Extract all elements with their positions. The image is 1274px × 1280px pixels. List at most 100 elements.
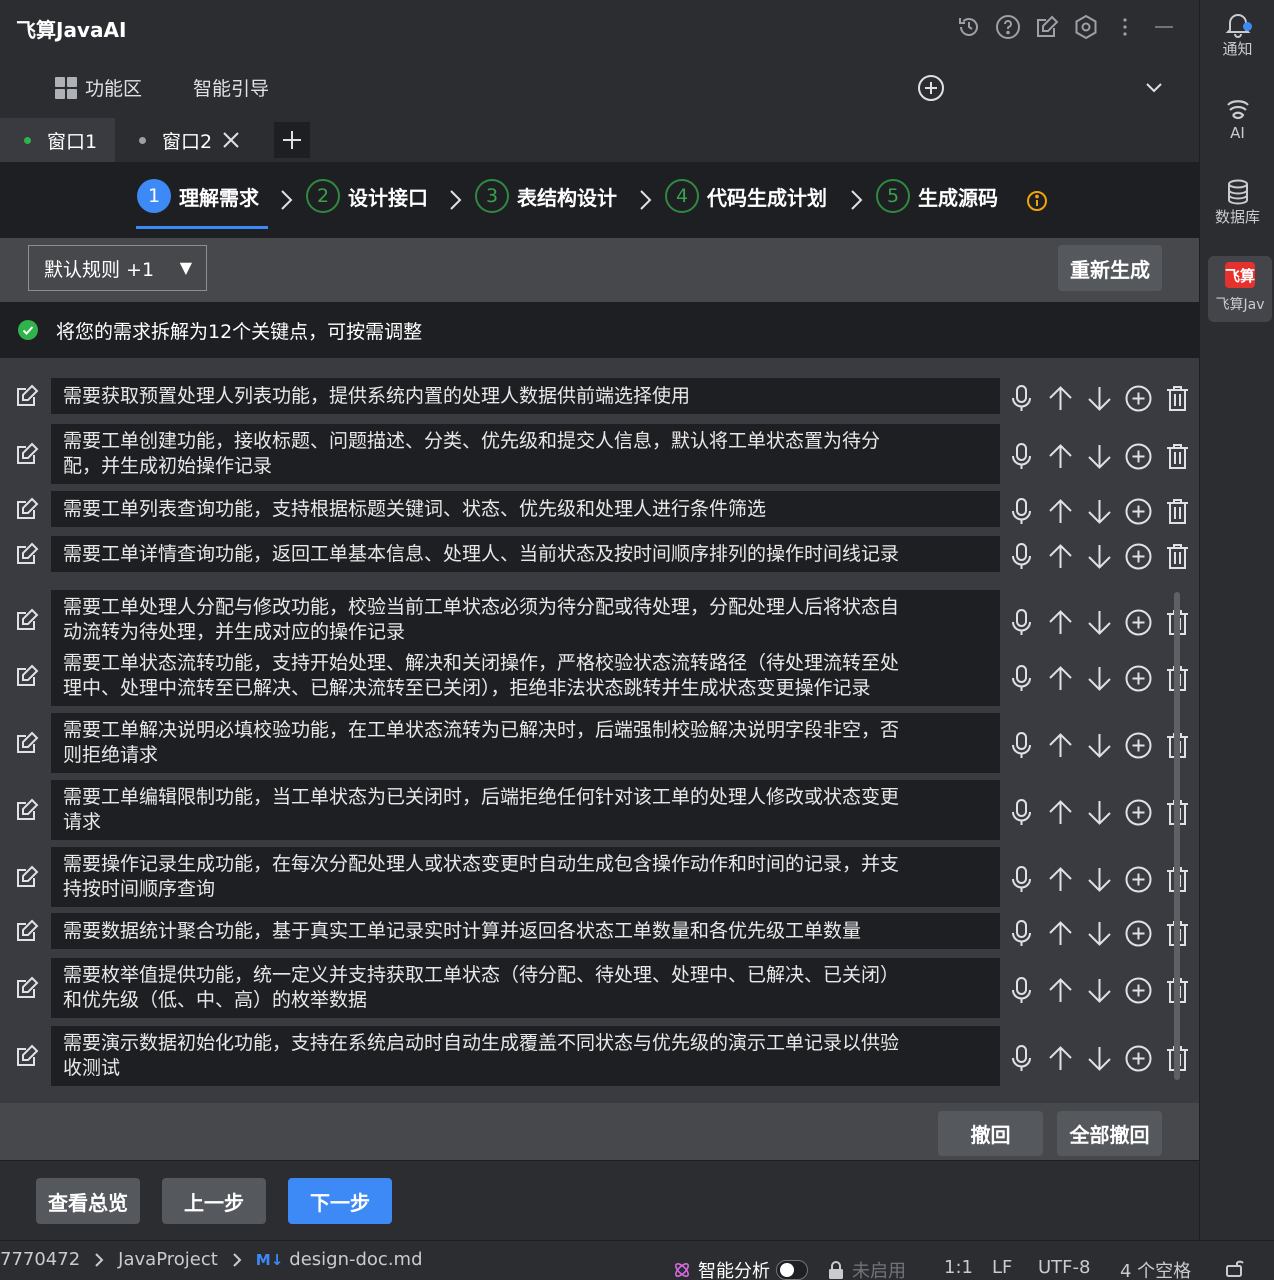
settings-icon[interactable] — [1073, 12, 1099, 42]
requirement-text[interactable]: 需要演示数据初始化功能，支持在系统启动时自动生成覆盖不同状态与优先级的演示工单记… — [51, 1026, 1000, 1086]
requirement-text[interactable]: 需要操作记录生成功能，在每次分配处理人或状态变更时自动生成包含操作动作和时间的记… — [51, 847, 1000, 907]
breadcrumb-project[interactable]: JavaProject — [118, 1249, 218, 1270]
add-circle-icon[interactable] — [1123, 383, 1154, 414]
add-circle-icon[interactable] — [1123, 864, 1154, 895]
mic-icon[interactable] — [1006, 541, 1037, 572]
mic-icon[interactable] — [1006, 797, 1037, 828]
next-step-button[interactable]: 下一步 — [288, 1178, 392, 1224]
undo-button[interactable]: 撤回 — [938, 1111, 1043, 1156]
smart-guide-button[interactable]: 智能引导 — [193, 74, 269, 101]
arrow-up-icon[interactable] — [1045, 730, 1076, 761]
smart-analysis-toggle[interactable] — [776, 1260, 808, 1280]
mic-icon[interactable] — [1006, 975, 1037, 1006]
requirement-text[interactable]: 需要枚举值提供功能，统一定义并支持获取工单状态（待分配、待处理、处理中、已解决、… — [51, 958, 1000, 1018]
unlock-icon[interactable] — [1224, 1257, 1244, 1277]
arrow-down-icon[interactable] — [1084, 441, 1115, 472]
close-icon[interactable] — [222, 131, 240, 149]
edit-icon[interactable] — [14, 496, 40, 522]
help-icon[interactable] — [995, 12, 1021, 42]
mic-icon[interactable] — [1006, 383, 1037, 414]
trash-icon[interactable] — [1162, 496, 1193, 527]
arrow-down-icon[interactable] — [1084, 541, 1115, 572]
requirement-text[interactable]: 需要工单详情查询功能，返回工单基本信息、处理人、当前状态及按时间顺序排列的操作时… — [51, 536, 1000, 572]
add-circle-icon[interactable] — [1123, 1043, 1154, 1074]
regenerate-button[interactable]: 重新生成 — [1058, 245, 1162, 291]
requirement-text[interactable]: 需要工单解决说明必填校验功能，在工单状态流转为已解决时，后端强制校验解决说明字段… — [51, 713, 1000, 773]
arrow-up-icon[interactable] — [1045, 383, 1076, 414]
line-ending[interactable]: LF — [992, 1257, 1012, 1278]
trash-icon[interactable] — [1162, 441, 1193, 472]
minimize-icon[interactable] — [1151, 12, 1177, 42]
scrollbar-thumb[interactable] — [1174, 592, 1180, 1080]
step-codegen-plan[interactable]: 4 代码生成计划 — [665, 179, 827, 213]
tab-window-2[interactable]: 窗口2 — [115, 118, 260, 162]
mic-icon[interactable] — [1006, 663, 1037, 694]
smart-analysis[interactable]: 智能分析 — [672, 1257, 808, 1280]
edit-icon[interactable] — [14, 975, 40, 1001]
add-circle-icon[interactable] — [1123, 496, 1154, 527]
mic-icon[interactable] — [1006, 730, 1037, 761]
arrow-up-icon[interactable] — [1045, 797, 1076, 828]
arrow-down-icon[interactable] — [1084, 864, 1115, 895]
arrow-down-icon[interactable] — [1084, 918, 1115, 949]
edit-icon[interactable] — [14, 864, 40, 890]
add-circle-icon[interactable] — [917, 74, 945, 102]
add-circle-icon[interactable] — [1123, 663, 1154, 694]
trash-icon[interactable] — [1162, 383, 1193, 414]
tab-window-1[interactable]: 窗口1 — [0, 118, 115, 162]
feisuan-tool[interactable]: 飞算 飞算Jav — [1208, 256, 1272, 322]
ai-tool[interactable]: AI — [1200, 96, 1274, 142]
edit-icon[interactable] — [14, 918, 40, 944]
mic-icon[interactable] — [1006, 1043, 1037, 1074]
func-area-button[interactable]: 功能区 — [55, 74, 142, 101]
arrow-up-icon[interactable] — [1045, 541, 1076, 572]
arrow-up-icon[interactable] — [1045, 864, 1076, 895]
cursor-position[interactable]: 1:1 — [944, 1257, 973, 1278]
add-circle-icon[interactable] — [1123, 541, 1154, 572]
add-circle-icon[interactable] — [1123, 797, 1154, 828]
requirement-text[interactable]: 需要工单列表查询功能，支持根据标题关键词、状态、优先级和处理人进行条件筛选 — [51, 491, 1000, 527]
rule-select[interactable]: 默认规则 +1 ▼ — [28, 245, 207, 291]
arrow-down-icon[interactable] — [1084, 607, 1115, 638]
arrow-up-icon[interactable] — [1045, 975, 1076, 1006]
step-table-design[interactable]: 3 表结构设计 — [475, 179, 617, 213]
edit-icon[interactable] — [14, 797, 40, 823]
edit-icon[interactable] — [14, 663, 40, 689]
edit-icon[interactable] — [14, 541, 40, 567]
edit-icon[interactable] — [14, 607, 40, 633]
database-tool[interactable]: 数据库 — [1200, 178, 1274, 227]
add-tab-button[interactable] — [274, 122, 310, 158]
edit-icon[interactable] — [14, 730, 40, 756]
edit-icon[interactable] — [14, 441, 40, 467]
mic-icon[interactable] — [1006, 864, 1037, 895]
chevron-down-icon[interactable] — [1143, 76, 1165, 98]
arrow-up-icon[interactable] — [1045, 441, 1076, 472]
step-generate-source[interactable]: 5 生成源码 — [876, 179, 998, 213]
arrow-down-icon[interactable] — [1084, 730, 1115, 761]
arrow-down-icon[interactable] — [1084, 663, 1115, 694]
breadcrumb-file[interactable]: design-doc.md — [289, 1249, 422, 1270]
mic-icon[interactable] — [1006, 607, 1037, 638]
info-icon[interactable] — [1026, 190, 1048, 212]
add-circle-icon[interactable] — [1123, 975, 1154, 1006]
history-icon[interactable] — [956, 12, 982, 42]
file-encoding[interactable]: UTF-8 — [1038, 1257, 1090, 1278]
requirement-text[interactable]: 需要数据统计聚合功能，基于真实工单记录实时计算并返回各状态工单数量和各优先级工单… — [51, 913, 1000, 949]
add-circle-icon[interactable] — [1123, 607, 1154, 638]
add-circle-icon[interactable] — [1123, 730, 1154, 761]
arrow-down-icon[interactable] — [1084, 975, 1115, 1006]
indent-setting[interactable]: 4 个空格 — [1120, 1257, 1191, 1280]
requirement-text[interactable]: 需要获取预置处理人列表功能，提供系统内置的处理人数据供前端选择使用 — [51, 378, 1000, 414]
mic-icon[interactable] — [1006, 441, 1037, 472]
arrow-up-icon[interactable] — [1045, 607, 1076, 638]
overview-button[interactable]: 查看总览 — [36, 1178, 140, 1224]
undo-all-button[interactable]: 全部撤回 — [1057, 1111, 1162, 1156]
prev-step-button[interactable]: 上一步 — [162, 1178, 266, 1224]
arrow-down-icon[interactable] — [1084, 797, 1115, 828]
edit-icon[interactable] — [14, 383, 40, 409]
requirement-text[interactable]: 需要工单创建功能，接收标题、问题描述、分类、优先级和提交人信息，默认将工单状态置… — [51, 424, 1000, 484]
step-design-api[interactable]: 2 设计接口 — [306, 179, 428, 213]
more-vertical-icon[interactable] — [1112, 12, 1138, 42]
requirement-text[interactable]: 需要工单处理人分配与修改功能，校验当前工单状态必须为待分配或待处理，分配处理人后… — [51, 590, 1000, 650]
breadcrumb-root[interactable]: 7770472 — [0, 1249, 80, 1270]
